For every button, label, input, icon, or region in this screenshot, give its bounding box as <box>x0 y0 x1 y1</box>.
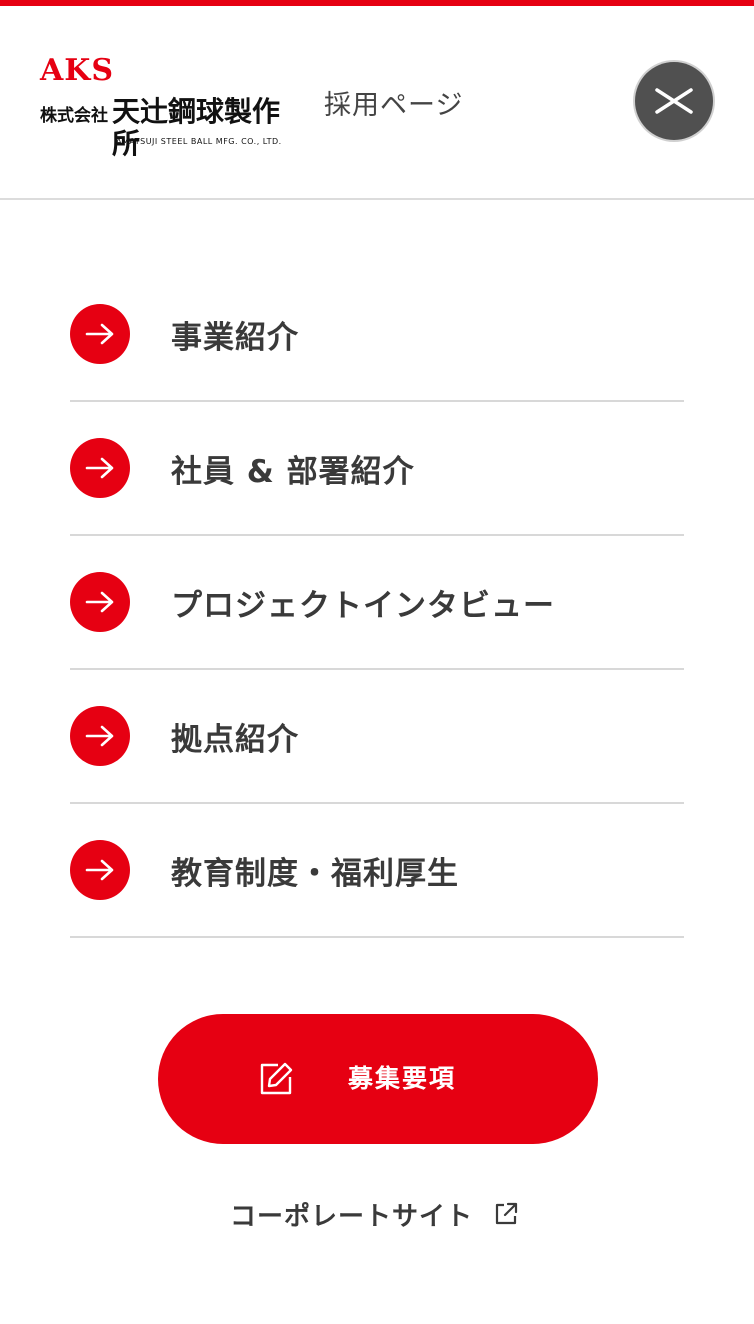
edit-icon <box>260 1062 293 1095</box>
arrow-right-icon <box>70 840 130 900</box>
menu-item-locations[interactable]: 拠点紹介 <box>70 670 684 804</box>
menu-item-label: 拠点紹介 <box>171 721 299 758</box>
job-requirements-label: 募集要項 <box>348 1064 457 1093</box>
arrow-right-icon <box>70 706 130 766</box>
menu-item-staff-departments[interactable]: 社員 & 部署紹介 <box>70 402 684 536</box>
main-menu: 事業紹介 社員 & 部署紹介 プロジェクトインタビュー 拠点紹介 教育制度・福利… <box>70 268 684 938</box>
job-requirements-button[interactable]: 募集要項 <box>158 1014 598 1144</box>
menu-item-label: 社員 & 部署紹介 <box>171 453 415 490</box>
arrow-right-icon <box>70 438 130 498</box>
corporate-site-link[interactable]: コーポレートサイト <box>230 1192 519 1236</box>
menu-item-label: プロジェクトインタビュー <box>171 587 555 624</box>
logo-company-english: AMATSUJI STEEL BALL MFG. CO., LTD. <box>116 137 282 146</box>
external-link-icon <box>495 1202 518 1225</box>
arrow-right-icon <box>70 572 130 632</box>
company-logo[interactable]: AKS 株式会社 天辻鋼球製作所 AMATSUJI STEEL BALL MFG… <box>40 53 302 160</box>
close-icon <box>655 88 693 114</box>
logo-company-name: 天辻鋼球製作所 <box>112 95 281 160</box>
menu-item-business[interactable]: 事業紹介 <box>70 268 684 402</box>
recruit-page-label: 採用ページ <box>324 90 464 121</box>
menu-item-label: 教育制度・福利厚生 <box>171 855 459 892</box>
logo-aks-mark: AKS <box>40 53 115 88</box>
arrow-right-icon <box>70 304 130 364</box>
site-header: AKS 株式会社 天辻鋼球製作所 AMATSUJI STEEL BALL MFG… <box>0 6 754 200</box>
corporate-site-label: コーポレートサイト <box>230 1201 474 1232</box>
close-menu-button[interactable] <box>635 62 713 140</box>
menu-item-training-benefits[interactable]: 教育制度・福利厚生 <box>70 804 684 938</box>
menu-item-project-interview[interactable]: プロジェクトインタビュー <box>70 536 684 670</box>
menu-item-label: 事業紹介 <box>171 319 299 356</box>
logo-company-prefix: 株式会社 <box>40 106 108 126</box>
